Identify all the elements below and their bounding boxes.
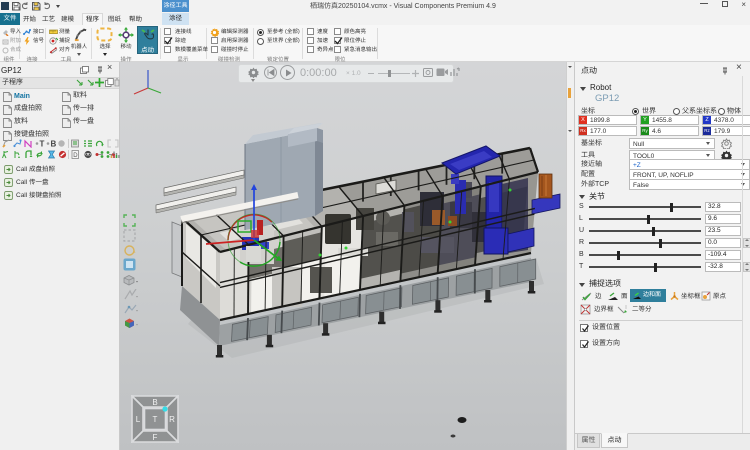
svg-text:T: T bbox=[153, 415, 158, 424]
svg-text:D: D bbox=[73, 153, 78, 159]
svg-text:B: B bbox=[152, 398, 157, 407]
svg-text:R: R bbox=[169, 415, 175, 424]
svg-text:F: F bbox=[153, 433, 158, 442]
svg-text:B: B bbox=[51, 140, 57, 149]
svg-text:T: T bbox=[40, 140, 45, 149]
svg-text:L: L bbox=[136, 415, 141, 424]
